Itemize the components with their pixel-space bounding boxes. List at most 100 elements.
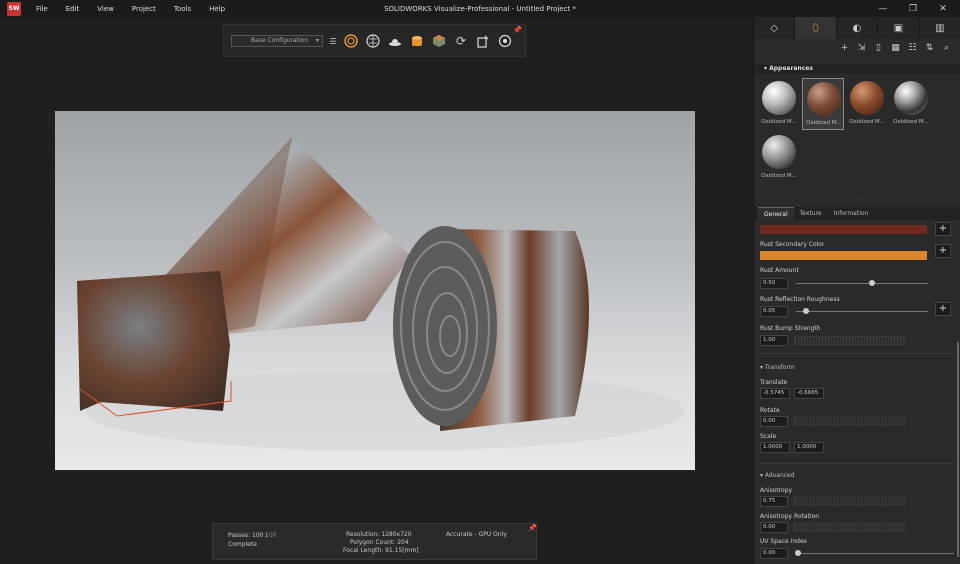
render-viewport[interactable] (55, 111, 695, 470)
rotate-input[interactable]: 0.00 (760, 416, 788, 427)
rust-bump-slider[interactable] (794, 336, 906, 345)
appearance-toolbar: + ⇲ ▯ ▦ ☷ ⇅ ⌕ (839, 43, 952, 53)
import-icon[interactable]: ⇲ (856, 43, 867, 53)
tab-appearances[interactable]: ⬯ (795, 17, 837, 39)
menu-tools[interactable]: Tools (165, 5, 200, 13)
scale-label: Scale (760, 433, 777, 440)
material-ball (762, 81, 796, 115)
appearance-thumb[interactable]: Oxidized M... (758, 132, 800, 184)
models-icon: ◇ (770, 22, 779, 34)
translate-y-input[interactable]: -0.6665 (794, 388, 824, 399)
restore-button[interactable]: ❐ (898, 0, 928, 17)
settings-icon[interactable] (498, 34, 512, 48)
render-mode-icon[interactable] (344, 34, 358, 48)
rust-amount-knob[interactable] (869, 280, 875, 286)
rust-reflection-knob[interactable] (803, 308, 809, 314)
add-texture-button[interactable]: + (935, 222, 951, 236)
grid-icon[interactable]: ▦ (890, 43, 901, 53)
tab-information[interactable]: Information (828, 207, 875, 220)
rust-secondary-color-swatch[interactable] (760, 251, 927, 260)
rust-reflection-slider[interactable] (796, 311, 928, 312)
cube-icon[interactable] (432, 34, 446, 48)
render-status: Complete (228, 541, 257, 548)
sort-icon[interactable]: ⇅ (924, 43, 935, 53)
menu-file[interactable]: File (27, 5, 57, 13)
minimize-button[interactable]: — (868, 0, 898, 17)
rust-bump-input[interactable]: 1.00 (760, 335, 788, 346)
add-icon[interactable]: + (839, 43, 850, 53)
appearance-thumb-selected[interactable]: Oxidized M... (802, 78, 844, 130)
translate-x-input[interactable]: -0.5745 (760, 388, 790, 399)
tab-libraries[interactable]: ▥ (920, 17, 960, 39)
rust-primary-color-swatch[interactable] (760, 225, 927, 234)
cameras-icon: ▣ (893, 22, 904, 34)
menu-project[interactable]: Project (123, 5, 165, 13)
camera-icon[interactable] (410, 34, 424, 48)
list-icon[interactable]: ☷ (907, 43, 918, 53)
polygon-count-text: Polygon Count: 204 (350, 539, 409, 546)
chevron-down-icon: ▾ (315, 37, 319, 44)
scale-x-input[interactable]: 1.0000 (760, 442, 790, 453)
environment-icon: ◐ (852, 22, 862, 34)
appearance-thumb[interactable]: Oxidized M... (846, 78, 888, 130)
material-ball (807, 82, 841, 116)
app-logo: SW (7, 1, 21, 16)
appearance-name: Oxidized M... (761, 173, 797, 179)
anisotropy-input[interactable]: 0.75 (760, 496, 788, 507)
passes-label: Passes: 100 / (228, 532, 268, 539)
pin-icon[interactable]: 📌 (513, 26, 522, 34)
libraries-icon: ▥ (935, 22, 945, 34)
tab-general[interactable]: General (758, 207, 794, 220)
scale-y-input[interactable]: 1.0000 (794, 442, 824, 453)
uv-space-slider[interactable] (796, 553, 954, 554)
tab-cameras[interactable]: ▣ (878, 17, 920, 39)
advanced-section-header[interactable]: ▾ Advanced (760, 472, 795, 479)
environment-icon[interactable] (388, 34, 402, 48)
rust-amount-slider[interactable] (796, 283, 928, 284)
divider (760, 353, 954, 354)
pin-icon[interactable]: 📌 (528, 525, 537, 532)
rust-bump-label: Rust Bump Strength (760, 325, 821, 332)
anisotropy-slider[interactable] (794, 497, 906, 506)
brain-icon[interactable] (366, 34, 380, 48)
tab-texture[interactable]: Texture (794, 207, 828, 220)
search-icon[interactable]: ⌕ (941, 43, 952, 53)
export-icon[interactable] (476, 34, 490, 48)
appearances-header[interactable]: ▾ Appearances (754, 64, 960, 74)
tab-environment[interactable]: ◐ (837, 17, 879, 39)
list-icon[interactable]: ☰ (326, 34, 340, 48)
rotate-label: Rotate (760, 407, 780, 414)
appearance-thumb[interactable]: Oxidized M... (890, 78, 932, 130)
rust-reflection-label: Rust Reflection Roughness (760, 296, 840, 303)
refresh-icon[interactable]: ⟳ (454, 34, 468, 48)
menu-edit[interactable]: Edit (57, 5, 89, 13)
close-button[interactable]: ✕ (928, 0, 958, 17)
add-texture-button[interactable]: + (935, 244, 951, 258)
material-ball (894, 81, 928, 115)
anisotropy-rotation-input[interactable]: 0.00 (760, 522, 788, 533)
focal-length-text: Focal Length: 91.15[mm] (343, 547, 419, 554)
uv-space-input[interactable]: 0.00 (760, 548, 788, 559)
tab-models[interactable]: ◇ (754, 17, 796, 39)
transform-section-header[interactable]: ▾ Transform (760, 364, 795, 371)
passes-input[interactable]: 100 (265, 532, 276, 539)
menu-view[interactable]: View (88, 5, 123, 13)
title-bar: SW File Edit View Project Tools Help SOL… (0, 0, 960, 17)
palette-panel: ◇ ⬯ ◐ ▣ ▥ + ⇲ ▯ ▦ ☷ ⇅ ⌕ ▾ Appearances Ox… (753, 17, 960, 564)
anisotropy-rotation-slider[interactable] (794, 523, 906, 532)
material-ball (762, 135, 796, 169)
configuration-dropdown[interactable]: Base Configuration ▾ (231, 35, 323, 47)
rust-reflection-input[interactable]: 0.05 (760, 306, 788, 317)
add-texture-button[interactable]: + (935, 302, 951, 316)
panel-icon[interactable]: ▯ (873, 43, 884, 53)
uv-space-label: UV Space Index (760, 538, 808, 545)
scrollbar[interactable] (957, 342, 959, 557)
appearance-name: Oxidized M... (761, 119, 797, 125)
panel-splitter[interactable]: ··· (754, 197, 960, 204)
rotate-slider[interactable] (794, 417, 906, 426)
menu-help[interactable]: Help (200, 5, 234, 13)
appearance-name: Oxidized M... (849, 119, 885, 125)
uv-space-knob[interactable] (795, 550, 801, 556)
rust-amount-input[interactable]: 0.50 (760, 278, 788, 289)
appearance-thumb[interactable]: Oxidized M... (758, 78, 800, 130)
